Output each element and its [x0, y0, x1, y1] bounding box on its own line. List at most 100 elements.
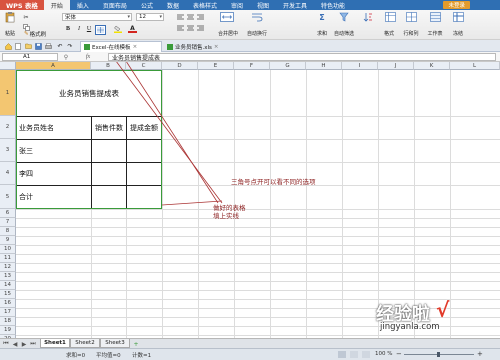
paste-label[interactable]: 粘贴: [2, 30, 18, 37]
undo-icon[interactable]: ↶: [56, 42, 64, 50]
sheet-tab-2[interactable]: Sheet2: [70, 339, 100, 348]
freeze-icon[interactable]: [452, 12, 464, 22]
worksheet-icon[interactable]: [429, 12, 441, 22]
annotation-lines: [116, 62, 223, 206]
fill-color-icon[interactable]: [113, 25, 122, 33]
status-bar: 求和=0 平均值=0 计数=1 100 % − +: [0, 348, 500, 360]
home-icon[interactable]: [4, 42, 12, 50]
italic-button[interactable]: I: [75, 25, 83, 33]
row-col-label[interactable]: 行和列: [401, 30, 421, 37]
menu-developer[interactable]: 开发工具: [276, 0, 314, 10]
zoom-level[interactable]: 100 %: [375, 351, 392, 357]
font-name-select[interactable]: 宋体 ▾: [62, 13, 132, 21]
add-sheet-icon[interactable]: +: [132, 340, 140, 348]
first-sheet-icon[interactable]: ⏮: [2, 340, 10, 348]
menu-special[interactable]: 特色功能: [314, 0, 352, 10]
format-icon[interactable]: [384, 12, 396, 22]
menu-bar: WPS 表格 开始 插入 页面布局 公式 数据 表格样式 审阅 视图 开发工具 …: [0, 0, 500, 10]
bold-button[interactable]: B: [64, 25, 72, 33]
sort-icon[interactable]: [362, 12, 374, 22]
menu-table-style[interactable]: 表格样式: [186, 0, 224, 10]
redo-icon[interactable]: ↷: [66, 42, 74, 50]
zoom-slider-thumb[interactable]: [437, 352, 440, 357]
status-count: 计数=1: [132, 353, 152, 359]
formula-input[interactable]: 业务员销售提成表: [108, 53, 496, 62]
sheet-tab-3[interactable]: Sheet3: [100, 339, 130, 348]
format-label[interactable]: 格式: [380, 30, 398, 37]
status-average: 平均值=0: [96, 353, 121, 359]
ribbon-toolbar: 粘贴 ✂ ✎ 格式刷 宋体 ▾ 12 ▾ B I U A 合并居中 自动换行 Σ…: [0, 10, 500, 40]
row-col-icon[interactable]: [405, 12, 417, 22]
tab-excel-template[interactable]: Excel-在线模板 ×: [80, 41, 162, 52]
tab-label: Excel-在线模板: [92, 45, 131, 51]
wrap-text-label[interactable]: 自动换行: [246, 30, 268, 37]
close-icon[interactable]: ×: [214, 44, 219, 50]
wrap-text-icon[interactable]: [251, 12, 263, 22]
spreadsheet-icon: [167, 43, 173, 50]
print-icon[interactable]: [44, 42, 52, 50]
tab-sales-file[interactable]: 业务员销售.xls ×: [164, 41, 246, 52]
formula-value: 业务员销售提成表: [112, 54, 161, 62]
fx-icon[interactable]: fx: [82, 53, 94, 61]
align-top-icons[interactable]: [176, 13, 206, 21]
menu-formula[interactable]: 公式: [134, 0, 160, 10]
menu-data[interactable]: 数据: [160, 0, 186, 10]
merge-center-icon[interactable]: [219, 12, 235, 22]
spreadsheet-icon: [84, 44, 90, 50]
menu-insert[interactable]: 插入: [70, 0, 96, 10]
font-name-value: 宋体: [65, 15, 77, 21]
menu-page-layout[interactable]: 页面布局: [96, 0, 134, 10]
close-icon[interactable]: ×: [133, 44, 138, 50]
open-folder-icon[interactable]: [24, 42, 32, 50]
menu-view[interactable]: 视图: [250, 0, 276, 10]
formula-bar: A1 ⚲ fx 业务员销售提成表: [0, 52, 500, 62]
menu-home[interactable]: 开始: [43, 0, 70, 10]
sum-icon[interactable]: Σ: [316, 12, 328, 22]
annotation-arrow-line: [126, 62, 219, 204]
filter-icon[interactable]: [338, 12, 350, 22]
font-size-value: 12: [139, 14, 146, 20]
new-file-icon[interactable]: [14, 42, 22, 50]
freeze-label[interactable]: 冻结: [449, 30, 467, 37]
spreadsheet-grid[interactable]: A B C D E F G H I J K L 1 2 3 4 5 6 7 8 …: [0, 62, 500, 338]
sheet-tab-bar: ⏮ ◀ ▶ ⏭ Sheet1 Sheet2 Sheet3 +: [0, 338, 500, 348]
zoom-in-icon[interactable]: +: [477, 350, 483, 358]
underline-button[interactable]: U: [85, 25, 93, 33]
prev-sheet-icon[interactable]: ◀: [11, 340, 19, 348]
merge-center-label[interactable]: 合并居中: [212, 30, 244, 37]
format-painter-icon: ✎: [24, 31, 29, 37]
cut-icon[interactable]: ✂: [22, 13, 30, 21]
paste-icon[interactable]: [4, 11, 16, 22]
format-painter-button[interactable]: ✎ 格式刷: [24, 30, 46, 38]
normal-view-icon[interactable]: [338, 351, 346, 358]
sheet-tab-1[interactable]: Sheet1: [40, 339, 70, 348]
filter-label[interactable]: 自动筛选: [331, 30, 357, 37]
name-box-value: A1: [23, 54, 31, 60]
zoom-out-icon[interactable]: −: [396, 350, 402, 358]
menu-review[interactable]: 审阅: [224, 0, 250, 10]
page-break-icon[interactable]: [362, 351, 370, 358]
next-sheet-icon[interactable]: ▶: [20, 340, 28, 348]
annotation-triangle-note: 三角号点开可以看不同的选项: [231, 178, 316, 186]
chevron-down-icon: ▾: [159, 14, 162, 20]
document-tab-bar: ↶ ↷ Excel-在线模板 × 业务员销售.xls ×: [0, 40, 500, 52]
last-sheet-icon[interactable]: ⏭: [29, 340, 37, 348]
zoom-search-icon[interactable]: ⚲: [62, 53, 70, 61]
save-icon[interactable]: [34, 42, 42, 50]
annotation-table-note-2: 填上实线: [213, 212, 239, 220]
align-text-icons[interactable]: [176, 24, 206, 32]
page-layout-icon[interactable]: [350, 351, 358, 358]
watermark-url: jingyanla.com: [380, 322, 440, 332]
tab-label: 业务员销售.xls: [175, 44, 212, 51]
format-painter-label: 格式刷: [29, 32, 47, 38]
font-size-select[interactable]: 12 ▾: [136, 13, 164, 21]
sign-in-button[interactable]: 未登录: [443, 1, 470, 9]
sum-label[interactable]: 求和: [311, 30, 333, 37]
name-box[interactable]: A1: [2, 53, 58, 61]
watermark-check-icon: √: [436, 298, 450, 322]
chevron-down-icon: ▾: [127, 14, 130, 20]
app-menu-button[interactable]: WPS 表格: [0, 0, 44, 10]
border-icon[interactable]: [95, 25, 106, 35]
worksheet-label[interactable]: 工作表: [425, 30, 445, 37]
font-color-icon[interactable]: A: [128, 25, 137, 33]
